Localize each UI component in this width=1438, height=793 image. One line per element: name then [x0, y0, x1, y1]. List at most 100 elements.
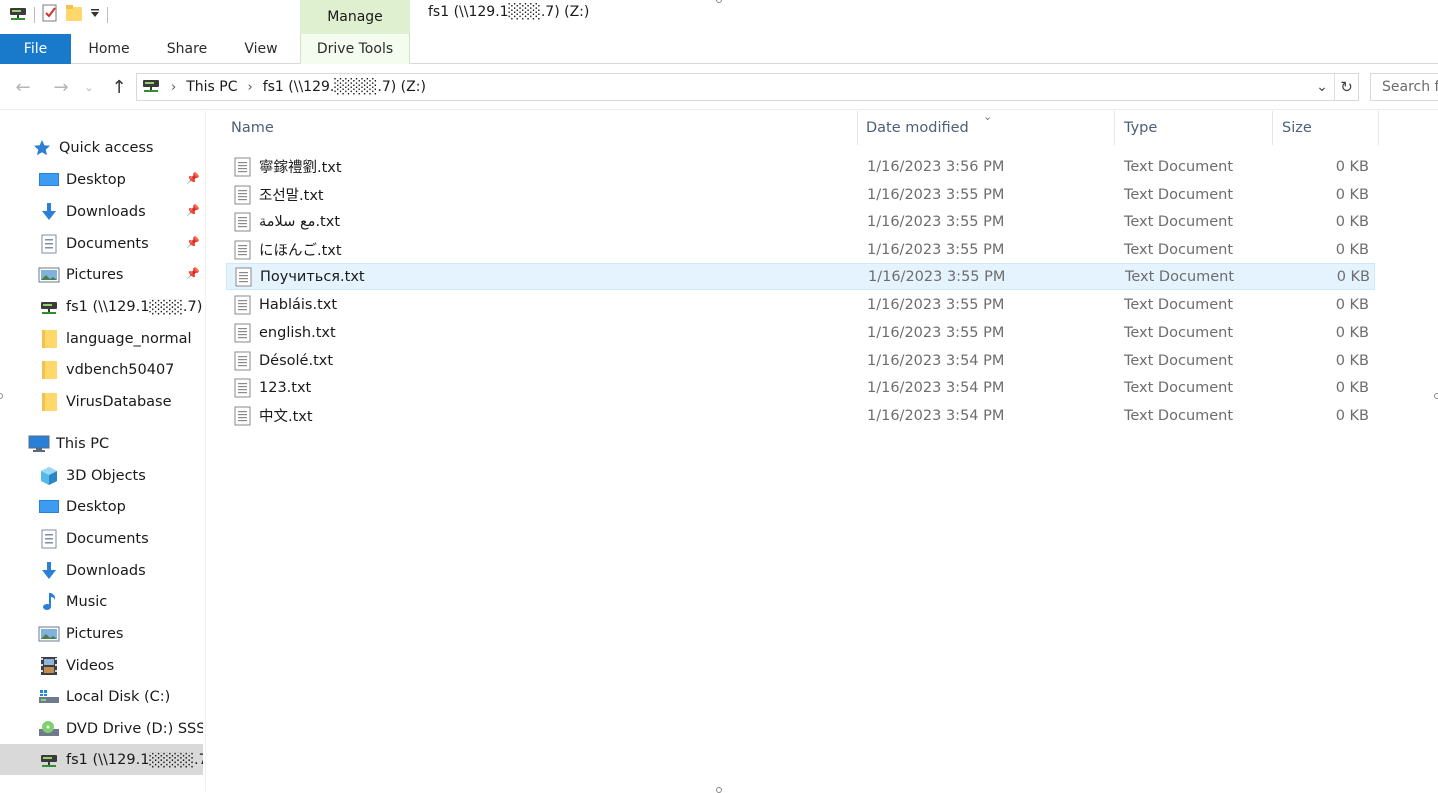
sidebar-item-quick-access[interactable]: Quick access	[0, 132, 203, 163]
table-row[interactable]: 조선말.txt 1/16/2023 3:55 PM Text Document …	[226, 181, 1375, 208]
file-type: Text Document	[1125, 268, 1235, 285]
sidebar-item-3d-objects[interactable]: 3D Objects	[0, 460, 203, 491]
pin-icon[interactable]: 📌	[186, 172, 200, 185]
file-date: 1/16/2023 3:55 PM	[867, 213, 1005, 230]
star-icon	[31, 138, 53, 158]
music-icon	[38, 592, 60, 612]
sidebar-item-local-disk-c[interactable]: Local Disk (C:)	[0, 681, 203, 712]
3d-objects-icon	[38, 466, 60, 486]
pin-icon[interactable]: 📌	[186, 267, 200, 280]
sidebar-item-desktop[interactable]: Desktop 📌	[0, 164, 203, 195]
properties-icon[interactable]	[41, 3, 59, 27]
sidebar-item-label: Downloads	[66, 562, 146, 579]
column-header-size[interactable]: Size	[1273, 111, 1379, 145]
file-date: 1/16/2023 3:55 PM	[867, 296, 1005, 313]
sidebar-item-documents[interactable]: Documents	[0, 523, 203, 554]
file-size: 0 KB	[1335, 379, 1369, 396]
sidebar-item-videos[interactable]: Videos	[0, 650, 203, 681]
table-row[interactable]: مع سلامة.txt 1/16/2023 3:55 PM Text Docu…	[226, 208, 1375, 235]
forward-button[interactable]: →	[50, 76, 72, 98]
breadcrumb-current-drive[interactable]: fs1 (\\129.░░░░.7) (Z:)	[263, 79, 426, 95]
manage-context-tab[interactable]: Manage	[300, 0, 410, 34]
sidebar-item-this-pc[interactable]: This PC	[0, 428, 203, 459]
file-date: 1/16/2023 3:55 PM	[867, 324, 1005, 341]
sidebar-item-documents[interactable]: Documents 📌	[0, 228, 203, 259]
column-header-type[interactable]: Type	[1115, 111, 1273, 145]
breadcrumb-separator-icon[interactable]: ›	[171, 80, 176, 95]
address-bar[interactable]: › This PC › fs1 (\\129.░░░░.7) (Z:) ⌄ ↻	[136, 73, 1359, 101]
ribbon-tabs: File Home Share View Drive Tools	[0, 34, 1438, 64]
pin-icon[interactable]: 📌	[186, 236, 200, 249]
recent-locations-button[interactable]: ⌄	[82, 76, 96, 98]
table-row[interactable]: Désolé.txt 1/16/2023 3:54 PM Text Docume…	[226, 347, 1375, 374]
sidebar-item-label: Documents	[66, 235, 149, 252]
this-pc-icon	[28, 434, 50, 454]
customize-toolbar-icon[interactable]	[89, 7, 101, 23]
sidebar-item-vdbench[interactable]: vdbench50407	[0, 354, 203, 385]
sidebar-item-pictures[interactable]: Pictures 📌	[0, 259, 203, 290]
sidebar-item-label: DVD Drive (D:) SSS_X	[66, 720, 203, 737]
dvd-drive-icon	[38, 719, 60, 739]
sidebar-item-downloads[interactable]: Downloads 📌	[0, 196, 203, 227]
file-size: 0 KB	[1335, 241, 1369, 258]
text-file-icon	[234, 351, 251, 370]
file-size: 0 KB	[1335, 324, 1369, 341]
resize-handle[interactable]	[716, 787, 722, 793]
tab-file[interactable]: File	[0, 34, 71, 64]
address-history-button[interactable]: ⌄	[1312, 74, 1332, 100]
sidebar-item-fs1-drive[interactable]: fs1 (\\129.1░░░░.7) (Z:)	[0, 744, 203, 775]
file-date: 1/16/2023 3:55 PM	[867, 186, 1005, 203]
new-folder-icon[interactable]	[65, 3, 83, 27]
breadcrumb-this-pc[interactable]: This PC	[186, 79, 237, 95]
sidebar-item-pictures[interactable]: Pictures	[0, 618, 203, 649]
window-title: fs1 (\\129.1░░░.7) (Z:)	[428, 4, 590, 20]
file-type: Text Document	[1124, 352, 1234, 369]
pin-icon[interactable]: 📌	[186, 204, 200, 217]
sidebar-item-desktop[interactable]: Desktop	[0, 491, 203, 522]
search-box[interactable]: Search f	[1370, 73, 1438, 101]
downloads-icon	[38, 202, 60, 222]
file-type: Text Document	[1124, 241, 1234, 258]
table-row[interactable]: 中文.txt 1/16/2023 3:54 PM Text Document 0…	[226, 402, 1375, 429]
sidebar-item-label: Desktop	[66, 498, 126, 515]
file-type: Text Document	[1124, 296, 1234, 313]
table-row[interactable]: 123.txt 1/16/2023 3:54 PM Text Document …	[226, 374, 1375, 401]
column-header-name[interactable]: Name	[207, 111, 858, 145]
sidebar-item-label: fs1 (\\129.1░░░░.7) (Z:)	[66, 751, 203, 768]
file-size: 0 KB	[1335, 158, 1369, 175]
sidebar-item-label: fs1 (\\129.1░░░.7) (Z:)	[66, 298, 203, 315]
file-name: 123.txt	[259, 379, 312, 396]
sidebar-item-virus-database[interactable]: VirusDatabase	[0, 386, 203, 417]
tab-share[interactable]: Share	[158, 34, 216, 64]
refresh-button[interactable]: ↻	[1334, 74, 1358, 100]
table-row[interactable]: 寧鎵禮劉.txt 1/16/2023 3:56 PM Text Document…	[226, 153, 1375, 180]
folder-icon	[38, 329, 60, 349]
sidebar-item-language-normal[interactable]: language_normal	[0, 323, 203, 354]
sidebar-item-label: Local Disk (C:)	[66, 688, 171, 705]
sidebar-item-label: vdbench50407	[66, 361, 175, 378]
column-header-row: Name Date modified Type Size ⌄	[207, 110, 1438, 145]
tab-drive-tools[interactable]: Drive Tools	[300, 34, 410, 64]
arrow-right-icon: →	[53, 76, 69, 98]
table-row[interactable]: にほんご.txt 1/16/2023 3:55 PM Text Document…	[226, 236, 1375, 263]
tab-view[interactable]: View	[236, 34, 286, 64]
file-date: 1/16/2023 3:54 PM	[867, 352, 1005, 369]
file-name: Поучиться.txt	[260, 268, 365, 285]
tab-home[interactable]: Home	[80, 34, 138, 64]
file-date: 1/16/2023 3:55 PM	[868, 268, 1006, 285]
sidebar-item-downloads[interactable]: Downloads	[0, 555, 203, 586]
table-row-hovered[interactable]: Поучиться.txt 1/16/2023 3:55 PM Text Doc…	[226, 263, 1375, 290]
folder-icon	[38, 360, 60, 380]
up-button[interactable]: ↑	[108, 76, 130, 98]
table-row[interactable]: english.txt 1/16/2023 3:55 PM Text Docum…	[226, 319, 1375, 346]
sidebar-item-fs1-drive[interactable]: fs1 (\\129.1░░░.7) (Z:)	[0, 291, 203, 322]
breadcrumb-separator-icon[interactable]: ›	[247, 80, 252, 95]
file-type: Text Document	[1124, 324, 1234, 341]
sidebar-item-label: VirusDatabase	[66, 393, 172, 410]
table-row[interactable]: Habláis.txt 1/16/2023 3:55 PM Text Docum…	[226, 291, 1375, 318]
sidebar-item-dvd-drive-d[interactable]: DVD Drive (D:) SSS_X	[0, 713, 203, 744]
resize-handle[interactable]	[716, 0, 722, 3]
resize-handle[interactable]	[1434, 393, 1438, 399]
back-button[interactable]: ←	[12, 76, 34, 98]
sidebar-item-music[interactable]: Music	[0, 586, 203, 617]
